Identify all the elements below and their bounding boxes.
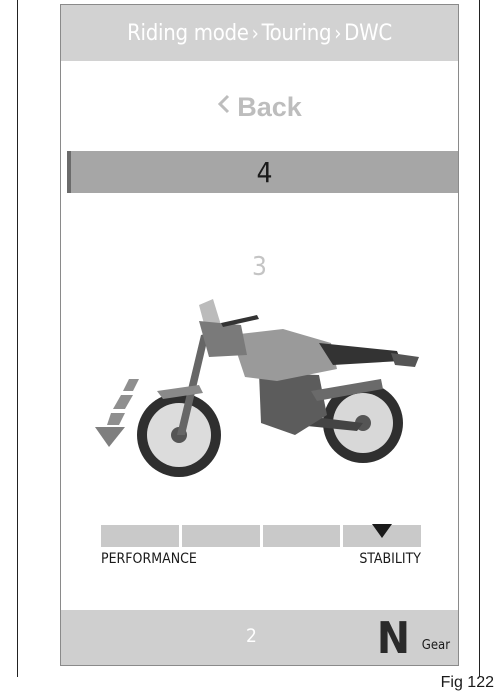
dashboard-screen: Riding mode › Touring › DWC Back 4 3 PER… (60, 4, 459, 666)
dwc-level-scale (101, 524, 421, 547)
selected-dwc-level[interactable]: 4 (67, 151, 458, 193)
back-menu-item[interactable]: Back (61, 85, 458, 129)
motorcycle-illustration (81, 295, 441, 485)
scale-marker-icon (372, 524, 393, 538)
gear-indicator: N (376, 613, 410, 664)
footer-value: 2 (246, 625, 257, 647)
scale-segment (181, 525, 260, 547)
scale-segment (101, 525, 179, 547)
scale-labels: PERFORMANCE STABILITY (101, 551, 421, 571)
scale-segment (262, 525, 341, 547)
scale-label-performance: PERFORMANCE (101, 551, 197, 567)
scale-label-stability: STABILITY (359, 551, 421, 567)
next-level-value: 3 (252, 252, 267, 282)
scale-segment (343, 524, 421, 547)
next-dwc-level[interactable]: 3 (61, 250, 458, 284)
figure-caption: Fig 122 (440, 674, 494, 691)
breadcrumb-separator: › (334, 21, 342, 45)
selected-level-value: 4 (256, 155, 273, 189)
breadcrumb-item-touring: Touring (261, 20, 332, 46)
status-footer: 2 N Gear (61, 610, 458, 665)
motorcycle-image (95, 299, 419, 477)
chevron-left-icon (217, 93, 231, 121)
breadcrumb-item-riding-mode: Riding mode (127, 20, 249, 46)
pitch-down-arrow-icon (95, 379, 139, 447)
breadcrumb-header: Riding mode › Touring › DWC (61, 5, 458, 61)
breadcrumb: Riding mode › Touring › DWC (127, 21, 392, 46)
breadcrumb-item-dwc: DWC (344, 20, 392, 46)
breadcrumb-separator: › (251, 21, 259, 45)
back-label: Back (237, 91, 302, 122)
gear-label: Gear (421, 638, 450, 653)
